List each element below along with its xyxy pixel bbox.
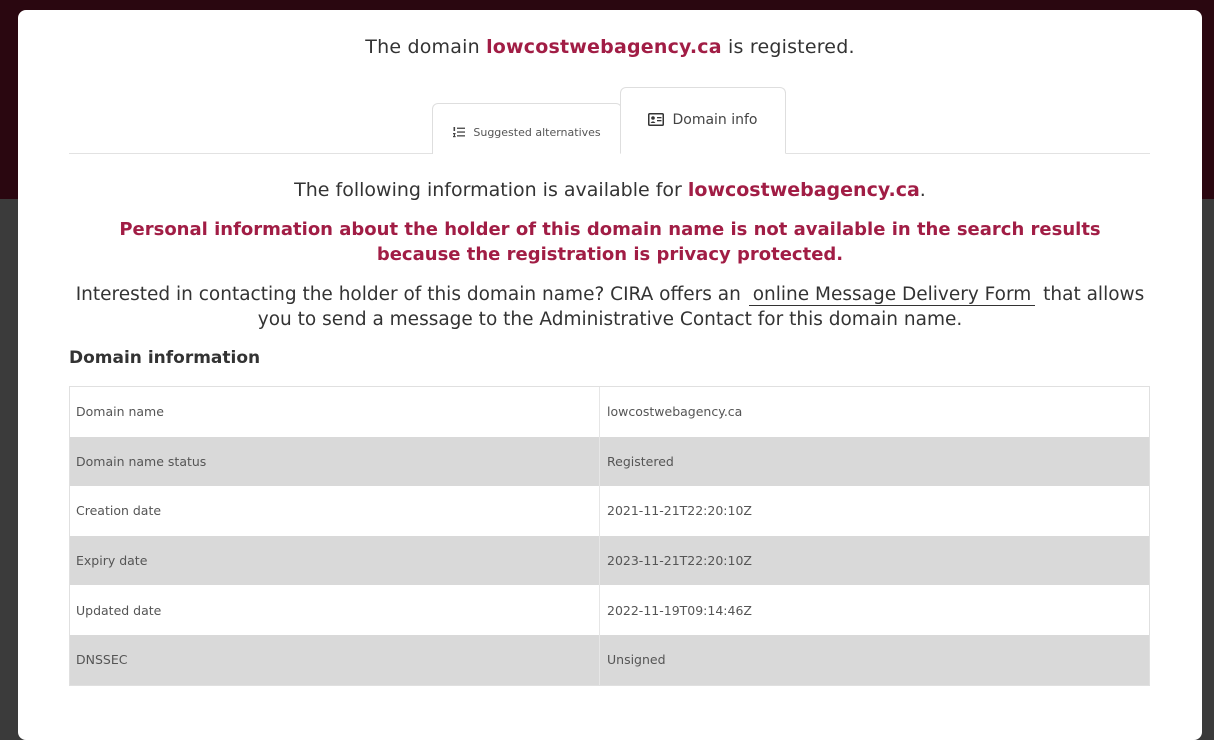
heading-suffix: is registered. — [721, 36, 855, 58]
table-row: DNSSEC Unsigned — [70, 634, 1149, 685]
row-label: Domain name status — [70, 436, 600, 487]
id-card-icon — [648, 113, 665, 126]
table-row: Domain name status Registered — [70, 436, 1149, 487]
availability-domain: lowcostwebagency.ca — [687, 179, 920, 201]
privacy-notice: Personal information about the holder of… — [119, 219, 1101, 265]
row-value: 2022-11-19T09:14:46Z — [607, 602, 752, 618]
domain-info-table: Domain name lowcostwebagency.ca Domain n… — [69, 386, 1150, 686]
row-label: Domain name — [70, 387, 600, 437]
row-label: DNSSEC — [70, 634, 600, 685]
registration-status-heading: The domain lowcostwebagency.ca is regist… — [18, 36, 1202, 58]
domain-result-modal: The domain lowcostwebagency.ca is regist… — [18, 10, 1202, 740]
tab-suggested-alternatives[interactable]: Suggested alternatives — [432, 103, 622, 154]
tab-label-domain-info: Domain info — [672, 111, 758, 128]
heading-domain: lowcostwebagency.ca — [486, 36, 722, 58]
tab-label-alternatives: Suggested alternatives — [473, 125, 601, 139]
row-label: Expiry date — [70, 535, 600, 586]
tab-domain-info[interactable]: Domain info — [620, 87, 786, 154]
row-label: Updated date — [70, 585, 600, 635]
message-delivery-form-link[interactable]: online Message Delivery Form — [748, 284, 1036, 306]
table-row: Updated date 2022-11-19T09:14:46Z — [70, 585, 1149, 635]
row-value: 2021-11-21T22:20:10Z — [607, 503, 752, 519]
list-numbered-icon — [453, 126, 466, 138]
contact-info-paragraph: Interested in contacting the holder of t… — [58, 282, 1162, 332]
heading-prefix: The domain — [365, 36, 487, 58]
table-row: Expiry date 2023-11-21T22:20:10Z — [70, 535, 1149, 586]
domain-information-title: Domain information — [69, 348, 261, 368]
row-value: lowcostwebagency.ca — [607, 404, 743, 420]
row-value: Unsigned — [607, 652, 666, 668]
availability-suffix: . — [919, 179, 926, 201]
availability-prefix: The following information is available f… — [294, 179, 688, 201]
row-label: Creation date — [70, 486, 600, 536]
table-row: Creation date 2021-11-21T22:20:10Z — [70, 486, 1149, 536]
table-row: Domain name lowcostwebagency.ca — [70, 387, 1149, 437]
availability-statement: The following information is available f… — [18, 179, 1202, 201]
row-value: 2023-11-21T22:20:10Z — [607, 553, 752, 569]
contact-prefix: Interested in contacting the holder of t… — [75, 284, 747, 305]
row-value: Registered — [607, 453, 674, 469]
